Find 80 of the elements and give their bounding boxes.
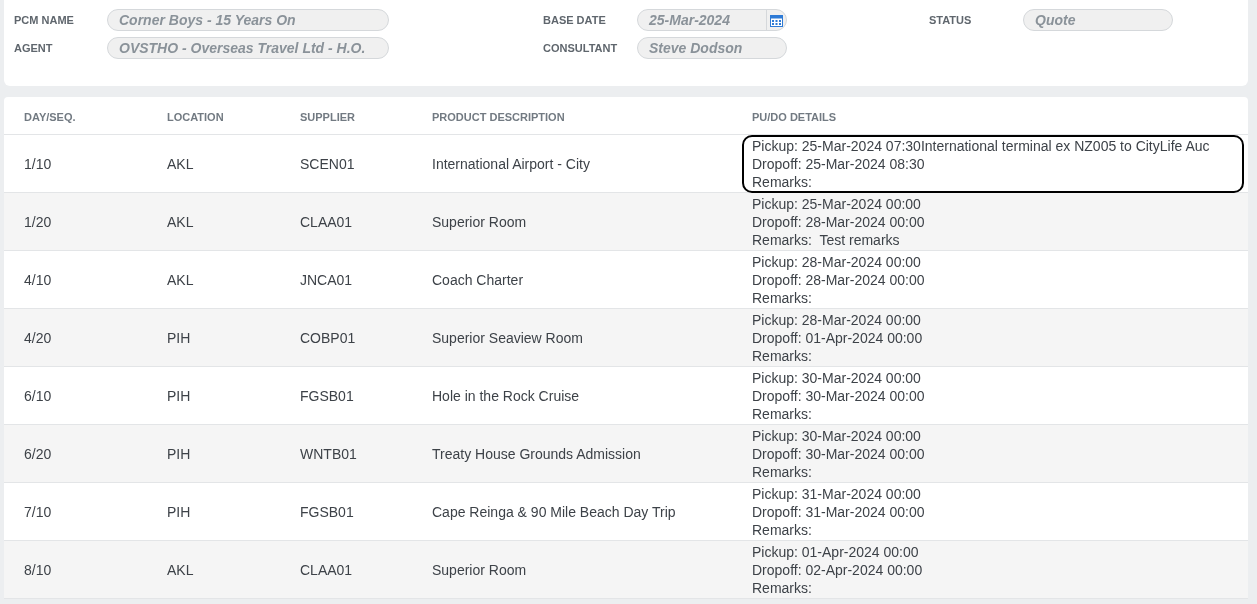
- field-label: BASE DATE: [543, 12, 607, 28]
- table-row[interactable]: 1/10 AKL SCEN01 International Airport - City Pickup: 25-Mar-2024 07:30International terminal ex NZ005 to CityLife Auc Dropoff: 25-Mar-2024 08:30 Remarks:: [4, 135, 1248, 193]
- table-cell: JNCA01: [300, 271, 353, 288]
- table-cell: PIH: [167, 445, 191, 462]
- table-cell: FGSB01: [300, 387, 354, 404]
- table-cell: Superior Room: [432, 561, 527, 578]
- detail-line: Dropoff: 01-Apr-2024 00:00: [752, 328, 924, 347]
- table-cell: 4/10: [24, 271, 52, 288]
- column-header: LOCATION: [167, 110, 224, 123]
- table-cell: SCEN01: [300, 155, 355, 172]
- detail-line: Pickup: 28-Mar-2024 00:00: [752, 310, 922, 329]
- pu-do-details[interactable]: Pickup: 31-Mar-2024 00:00 Dropoff: 31-Mar-2024 00:00 Remarks:: [742, 482, 1244, 541]
- table-row[interactable]: 4/20 PIH COBP01 Superior Seaview Room Pickup: 28-Mar-2024 00:00 Dropoff: 01-Apr-2024 00:00 Remarks:: [4, 309, 1248, 367]
- table-cell: 4/20: [24, 329, 52, 346]
- field-label: STATUS: [929, 12, 973, 28]
- table-cell: COBP01: [300, 329, 356, 346]
- field-label: CONSULTANT: [543, 40, 619, 56]
- detail-line: Remarks: Test remarks: [752, 230, 901, 249]
- table-cell: PIH: [167, 387, 191, 404]
- table-row[interactable]: 1/20 AKL CLAA01 Superior Room Pickup: 25-Mar-2024 00:00 Dropoff: 28-Mar-2024 00:00 Remarks: Test remarks: [4, 193, 1248, 251]
- detail-line: Pickup: 31-Mar-2024 00:00: [752, 484, 922, 503]
- detail-line: Pickup: 25-Mar-2024 00:00: [752, 194, 922, 213]
- detail-line: Remarks:: [752, 172, 813, 191]
- detail-line: Dropoff: 25-Mar-2024 08:30: [752, 154, 926, 173]
- table-cell: CLAA01: [300, 561, 353, 578]
- detail-line: Remarks:: [752, 404, 813, 423]
- pu-do-details[interactable]: Pickup: 28-Mar-2024 00:00 Dropoff: 01-Apr-2024 00:00 Remarks:: [742, 308, 1244, 367]
- detail-line: Pickup: 01-Apr-2024 00:00: [752, 542, 920, 561]
- table-cell: AKL: [167, 561, 194, 578]
- table-cell: 6/10: [24, 387, 52, 404]
- detail-line: Pickup: 25-Mar-2024 07:30International terminal ex NZ005 to CityLife Auc: [752, 136, 1211, 155]
- table-cell: PIH: [167, 329, 191, 346]
- table-row[interactable]: 6/20 PIH WNTB01 Treaty House Grounds Admission Pickup: 30-Mar-2024 00:00 Dropoff: 30-Mar-2024 00:00 Remarks:: [4, 425, 1248, 483]
- detail-line: Remarks:: [752, 578, 813, 597]
- detail-line: Remarks:: [752, 346, 813, 365]
- pu-do-details[interactable]: Pickup: 28-Mar-2024 00:00 Dropoff: 28-Mar-2024 00:00 Remarks:: [742, 250, 1244, 309]
- pu-do-details[interactable]: Pickup: 30-Mar-2024 00:00 Dropoff: 30-Mar-2024 00:00 Remarks:: [742, 424, 1244, 483]
- detail-line: Dropoff: 30-Mar-2024 00:00: [752, 386, 926, 405]
- detail-line: Pickup: 30-Mar-2024 00:00: [752, 368, 922, 387]
- table-cell: 1/20: [24, 213, 52, 230]
- pu-do-details[interactable]: Pickup: 25-Mar-2024 00:00 Dropoff: 28-Mar-2024 00:00 Remarks: Test remarks: [742, 192, 1244, 251]
- pu-do-details[interactable]: Pickup: 25-Mar-2024 07:30International terminal ex NZ005 to CityLife Auc Dropoff: 25-Mar-2024 08:30 Remarks:: [742, 134, 1244, 193]
- pu-do-details[interactable]: Pickup: 01-Apr-2024 00:00 Dropoff: 02-Apr-2024 00:00 Remarks:: [742, 540, 1244, 599]
- detail-line: Dropoff: 02-Apr-2024 00:00: [752, 560, 924, 579]
- detail-line: Dropoff: 28-Mar-2024 00:00: [752, 212, 926, 231]
- table-row[interactable]: 8/10 AKL CLAA01 Superior Room Pickup: 01-Apr-2024 00:00 Dropoff: 02-Apr-2024 00:00 Remarks:: [4, 541, 1248, 599]
- calendar-icon[interactable]: [766, 10, 786, 30]
- table-cell: 8/10: [24, 561, 52, 578]
- table-cell: 6/20: [24, 445, 52, 462]
- pu-do-details[interactable]: Pickup: 30-Mar-2024 00:00 Dropoff: 30-Mar-2024 00:00 Remarks:: [742, 366, 1244, 425]
- detail-line: Remarks:: [752, 462, 813, 481]
- table-cell: Hole in the Rock Cruise: [432, 387, 580, 404]
- field-label: AGENT: [14, 40, 54, 56]
- table-cell: Superior Seaview Room: [432, 329, 583, 346]
- column-header: PU/DO DETAILS: [752, 110, 837, 123]
- table-cell: WNTB01: [300, 445, 357, 462]
- column-header: DAY/SEQ.: [24, 110, 76, 123]
- table-cell: Cape Reinga & 90 Mile Beach Day Trip: [432, 503, 676, 520]
- table-cell: Superior Room: [432, 213, 527, 230]
- detail-line: Dropoff: 30-Mar-2024 00:00: [752, 444, 926, 463]
- table-cell: International Airport - City: [432, 155, 590, 172]
- table-cell: AKL: [167, 213, 194, 230]
- detail-line: Pickup: 28-Mar-2024 00:00: [752, 252, 922, 271]
- column-header: SUPPLIER: [300, 110, 355, 123]
- table-cell: CLAA01: [300, 213, 353, 230]
- table-cell: 1/10: [24, 155, 52, 172]
- table-cell: Coach Charter: [432, 271, 524, 288]
- field-label: PCM NAME: [14, 12, 75, 28]
- table-cell: FGSB01: [300, 503, 354, 520]
- detail-line: Dropoff: 28-Mar-2024 00:00: [752, 270, 926, 289]
- table-cell: Treaty House Grounds Admission: [432, 445, 641, 462]
- detail-line: Remarks:: [752, 520, 813, 539]
- column-header: PRODUCT DESCRIPTION: [432, 110, 565, 123]
- detail-line: Dropoff: 31-Mar-2024 00:00: [752, 502, 926, 521]
- table-cell: 7/10: [24, 503, 52, 520]
- detail-line: Pickup: 30-Mar-2024 00:00: [752, 426, 922, 445]
- table-cell: AKL: [167, 271, 194, 288]
- table-cell: PIH: [167, 503, 191, 520]
- detail-line: Remarks:: [752, 288, 813, 307]
- table-cell: AKL: [167, 155, 194, 172]
